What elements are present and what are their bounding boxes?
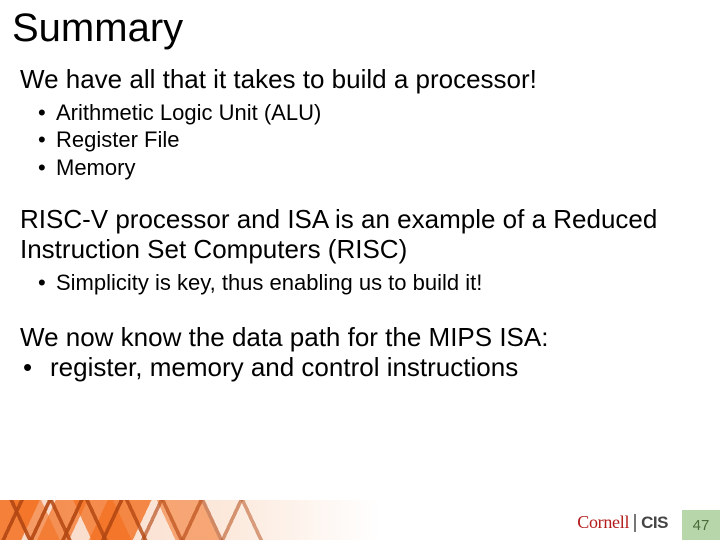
- slide-content: We have all that it takes to build a pro…: [0, 51, 720, 382]
- decorative-pattern: [0, 500, 380, 540]
- bullet-item: Memory: [38, 154, 700, 182]
- slide: Summary We have all that it takes to bui…: [0, 0, 720, 540]
- slide-title: Summary: [0, 0, 720, 51]
- logo-divider-icon: [634, 514, 636, 532]
- page-number: 47: [693, 517, 710, 534]
- logo-cornell-text: Cornell: [577, 512, 629, 533]
- logo-cis-text: CIS: [641, 513, 668, 533]
- section3-bullet: register, memory and control instruction…: [20, 353, 700, 383]
- section3-lead: We now know the data path for the MIPS I…: [20, 323, 700, 353]
- footer: Cornell CIS 47: [0, 500, 720, 540]
- bullet-item: Register File: [38, 126, 700, 154]
- section1-bullets: Arithmetic Logic Unit (ALU) Register Fil…: [20, 97, 700, 182]
- section2-lead: RISC-V processor and ISA is an example o…: [20, 205, 700, 265]
- section2-bullets: Simplicity is key, thus enabling us to b…: [20, 267, 700, 297]
- bullet-item: Arithmetic Logic Unit (ALU): [38, 99, 700, 127]
- bullet-item: Simplicity is key, thus enabling us to b…: [38, 269, 700, 297]
- section1-lead: We have all that it takes to build a pro…: [20, 65, 700, 95]
- page-number-box: 47: [682, 510, 720, 540]
- cornell-cis-logo: Cornell CIS: [577, 512, 668, 534]
